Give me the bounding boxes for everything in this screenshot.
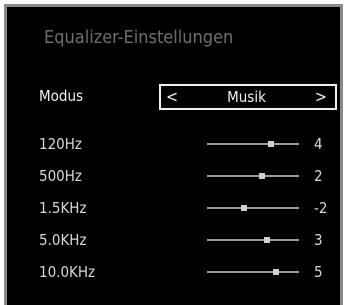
band-value: -2 [314, 199, 328, 217]
slider-knob[interactable] [268, 141, 275, 147]
screen: Equalizer-Einstellungen Modus < Musik > … [0, 0, 364, 305]
band-value: 2 [314, 167, 323, 185]
slider-knob[interactable] [240, 205, 247, 211]
band-row-5-0khz[interactable]: 5.0KHz 3 [39, 229, 339, 251]
band-label: 10.0KHz [39, 263, 96, 281]
band-label: 5.0KHz [39, 231, 87, 249]
band-row-500hz[interactable]: 500Hz 2 [39, 165, 339, 187]
equalizer-panel: Equalizer-Einstellungen Modus < Musik > … [4, 4, 343, 305]
mode-value: Musik [227, 88, 266, 106]
band-slider[interactable] [207, 269, 299, 275]
band-slider[interactable] [207, 141, 299, 147]
panel-title: Equalizer-Einstellungen [44, 27, 234, 48]
slider-knob[interactable] [263, 237, 270, 243]
band-row-120hz[interactable]: 120Hz 4 [39, 133, 339, 155]
band-label: 1.5KHz [39, 199, 87, 217]
band-label: 120Hz [39, 135, 82, 153]
chevron-right-icon[interactable]: > [315, 89, 327, 105]
band-row-1-5khz[interactable]: 1.5KHz -2 [39, 197, 339, 219]
band-slider[interactable] [207, 237, 299, 243]
band-slider[interactable] [207, 205, 299, 211]
mode-selector[interactable]: < Musik > [159, 84, 337, 110]
chevron-left-icon[interactable]: < [166, 89, 178, 105]
band-value: 5 [314, 263, 323, 281]
band-label: 500Hz [39, 167, 82, 185]
mode-label: Modus [39, 87, 84, 105]
band-slider[interactable] [207, 173, 299, 179]
band-value: 4 [314, 135, 323, 153]
band-value: 3 [314, 231, 323, 249]
slider-knob[interactable] [259, 173, 266, 179]
slider-knob[interactable] [273, 269, 279, 275]
band-row-10-0khz[interactable]: 10.0KHz 5 [39, 261, 339, 283]
